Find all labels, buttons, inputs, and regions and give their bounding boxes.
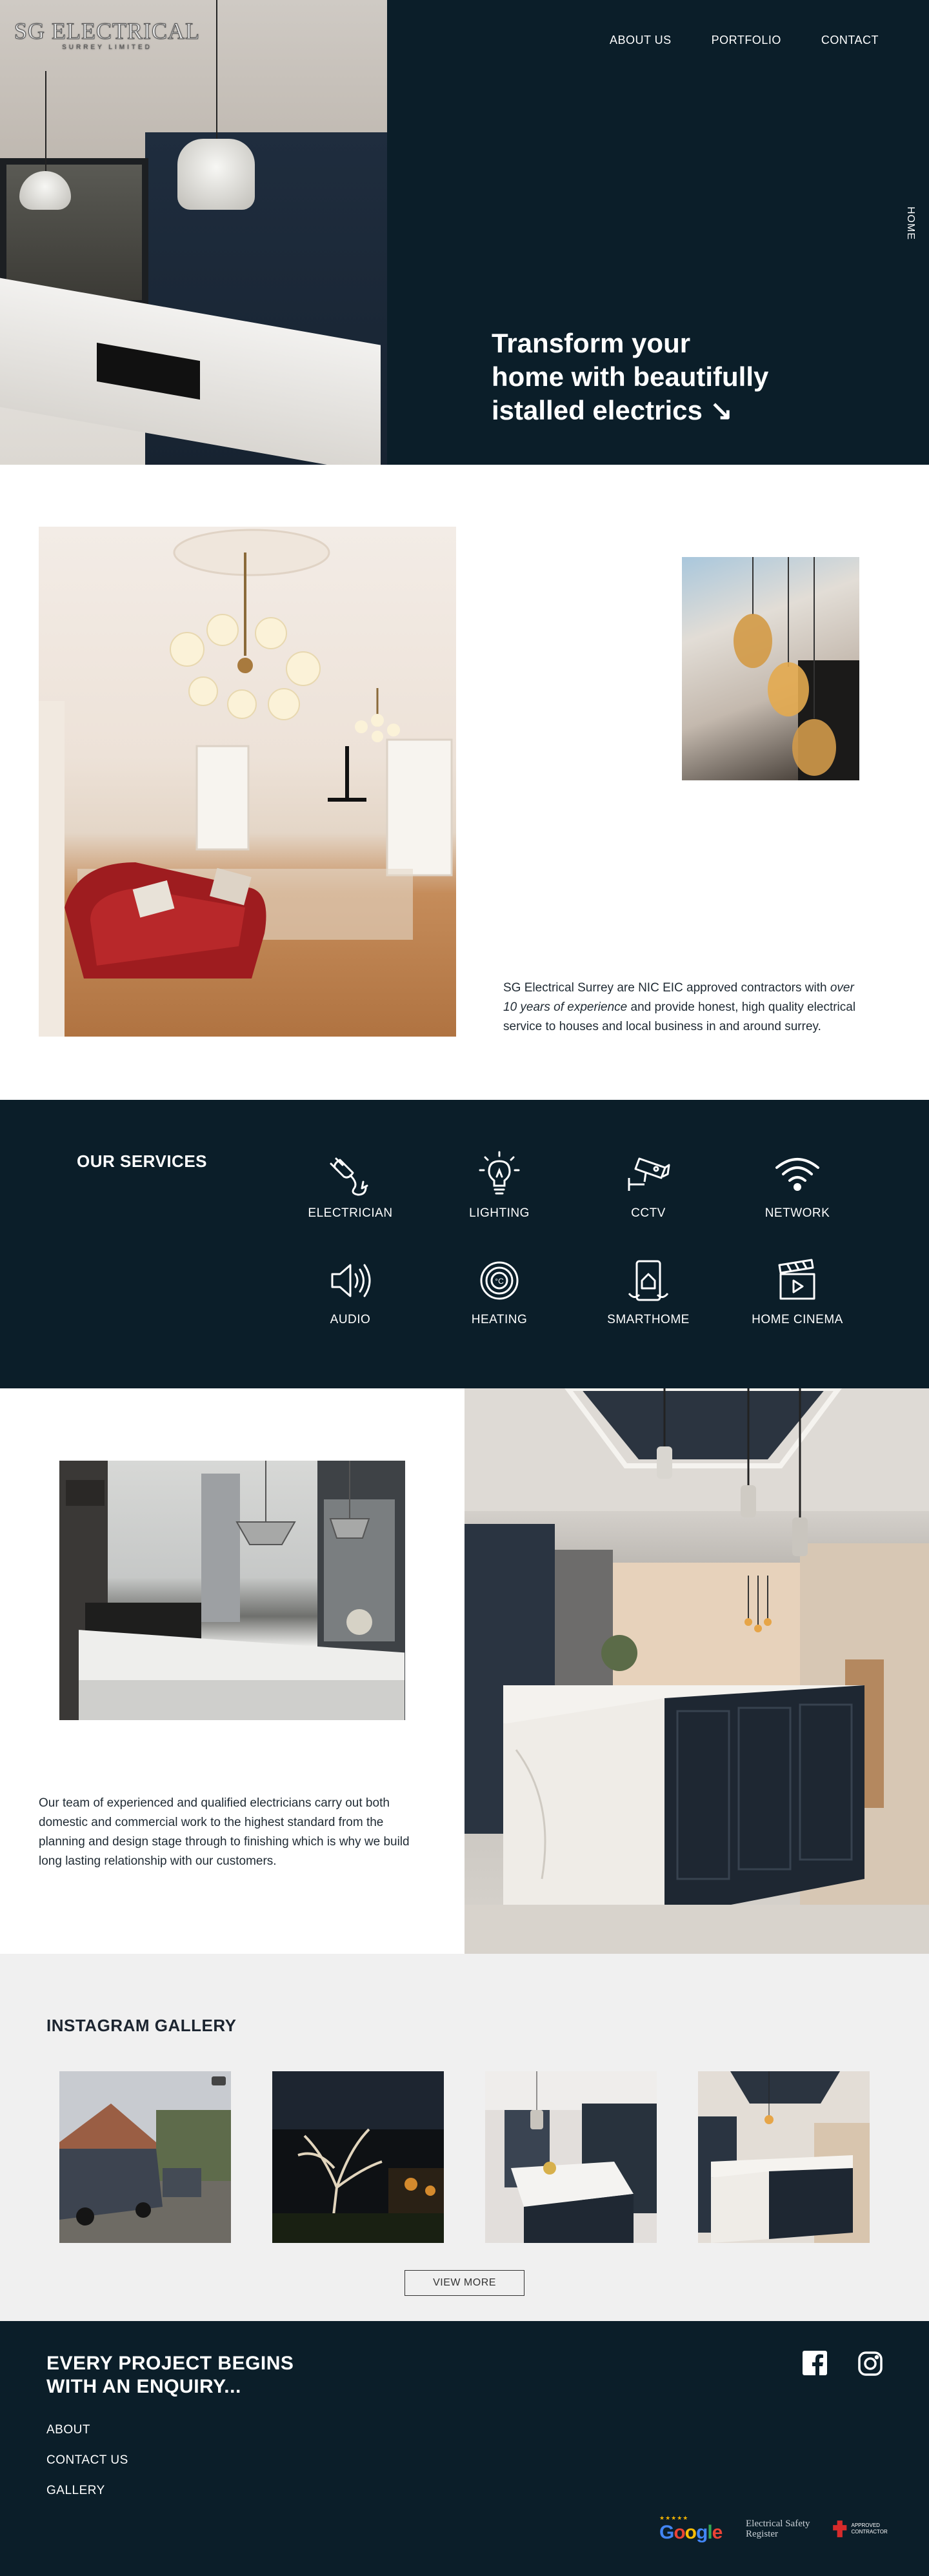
niceic-approved-badge[interactable]: APPROVED CONTRACTOR: [832, 2510, 890, 2548]
thermostat-icon: °C: [480, 1261, 519, 1300]
service-label: HEATING: [471, 1313, 528, 1326]
service-label: HOME CINEMA: [752, 1313, 843, 1326]
facebook-icon: [803, 2351, 827, 2375]
lightbulb-icon: [479, 1151, 520, 1195]
wifi-icon: [775, 1158, 819, 1191]
footer: EVERY PROJECT BEGINS WITH AN ENQUIRY... …: [0, 2321, 929, 2576]
esr-line-1: Electrical Safety: [746, 2519, 810, 2529]
site-logo[interactable]: SG ELECTRICAL SURREY LIMITED: [14, 18, 200, 52]
main-nav: ABOUT US PORTFOLIO CONTACT: [610, 34, 879, 47]
service-lighting[interactable]: LIGHTING: [435, 1148, 564, 1221]
speaker-icon: [331, 1264, 371, 1297]
service-smarthome[interactable]: SMARTHOME: [584, 1255, 713, 1327]
service-label: AUDIO: [330, 1313, 371, 1326]
side-home-label[interactable]: HOME: [904, 207, 916, 240]
facebook-link[interactable]: [803, 2351, 827, 2378]
plug-icon: [330, 1157, 368, 1196]
service-label: NETWORK: [764, 1206, 830, 1220]
instagram-post-kitchen[interactable]: [485, 2071, 657, 2243]
niceic-cross-icon: [833, 2520, 847, 2537]
service-label: CCTV: [631, 1206, 666, 1220]
service-heating[interactable]: °C HEATING: [435, 1255, 564, 1327]
service-home-cinema[interactable]: HOME CINEMA: [733, 1255, 862, 1327]
electrical-safety-register-badge[interactable]: Electrical Safety Register: [746, 2510, 817, 2548]
hero-heading-bold-2: home: [492, 361, 564, 392]
clapperboard-icon: [778, 1259, 815, 1300]
esr-line-2: Register: [746, 2529, 778, 2539]
nav-about-us[interactable]: ABOUT US: [610, 34, 672, 47]
footer-title: EVERY PROJECT BEGINS WITH AN ENQUIRY...: [46, 2352, 305, 2399]
nic-text: APPROVED CONTRACTOR: [851, 2522, 888, 2535]
nav-portfolio[interactable]: PORTFOLIO: [712, 34, 781, 47]
kitchen-carousel-photo[interactable]: [59, 1461, 405, 1720]
instagram-link[interactable]: [857, 2351, 883, 2380]
google-reviews-badge[interactable]: ★★★★★ Google: [659, 2510, 730, 2548]
instagram-post-kitchen-island[interactable]: [698, 2071, 870, 2243]
google-word: Google: [659, 2521, 723, 2543]
service-audio[interactable]: AUDIO: [286, 1255, 415, 1327]
accreditation-badges: ★★★★★ Google Electrical Safety Register …: [659, 2510, 890, 2548]
project-paragraph: Our team of experienced and qualified el…: [39, 1796, 410, 1868]
logo-main-text: SG ELECTRICAL: [14, 18, 200, 44]
logo-sub-text: SURREY LIMITED: [62, 44, 152, 51]
star-rating-icon: ★★★★★: [659, 2514, 689, 2521]
cctv-camera-icon: [628, 1157, 670, 1191]
footer-nav: ABOUT CONTACT US GALLERY: [46, 2423, 128, 2514]
living-room-photo: [39, 527, 456, 1037]
nav-contact[interactable]: CONTACT: [821, 34, 879, 47]
footer-link-contact-us[interactable]: CONTACT US: [46, 2453, 128, 2468]
instagram-section: INSTAGRAM GALLERY VIEW MORE: [0, 1954, 929, 2321]
service-label: SMARTHOME: [607, 1313, 690, 1326]
footer-title-line-1: EVERY PROJECT BEGINS: [46, 2353, 294, 2374]
about-text-1: SG Electrical Surrey are NIC EIC approve…: [503, 981, 830, 995]
pendant-lights-photo: [682, 557, 859, 780]
hero-heading: Transform your home with beautifully ist…: [492, 327, 795, 427]
kitchen-island-photo: [464, 1388, 929, 1954]
hero-heading-bold-1: Transform your: [492, 328, 691, 358]
instagram-post-garden-lighting[interactable]: [272, 2071, 444, 2243]
smartphone-home-icon: [628, 1260, 669, 1301]
view-more-button[interactable]: VIEW MORE: [405, 2270, 524, 2296]
about-paragraph: SG Electrical Surrey are NIC EIC approve…: [503, 979, 861, 1037]
hero-heading-rest-2: with beautifully: [564, 361, 769, 392]
hero-section: SG ELECTRICAL SURREY LIMITED ABOUT US PO…: [0, 0, 929, 465]
service-label: LIGHTING: [469, 1206, 530, 1220]
instagram-icon: [858, 2351, 883, 2376]
services-section: OUR SERVICES ELECTRICIAN LIGHTING CCTV N…: [0, 1100, 929, 1388]
footer-link-gallery[interactable]: GALLERY: [46, 2484, 128, 2498]
service-network[interactable]: NETWORK: [733, 1148, 862, 1221]
project-section: Our team of experienced and qualified el…: [0, 1388, 929, 1954]
service-cctv[interactable]: CCTV: [584, 1148, 713, 1221]
services-title: OUR SERVICES: [77, 1151, 208, 1171]
hero-heading-line-3: istalled electrics ↘: [492, 395, 733, 425]
instagram-post-van[interactable]: [59, 2071, 231, 2243]
svg-text:°C: °C: [495, 1277, 504, 1286]
footer-link-about[interactable]: ABOUT: [46, 2423, 128, 2437]
instagram-title: INSTAGRAM GALLERY: [46, 2016, 237, 2035]
about-section: SG Electrical Surrey are NIC EIC approve…: [0, 465, 929, 1100]
footer-title-line-2: WITH AN ENQUIRY...: [46, 2376, 241, 2397]
service-electrician[interactable]: ELECTRICIAN: [286, 1148, 415, 1221]
hero-kitchen-photo: [0, 0, 387, 465]
service-label: ELECTRICIAN: [308, 1206, 393, 1220]
